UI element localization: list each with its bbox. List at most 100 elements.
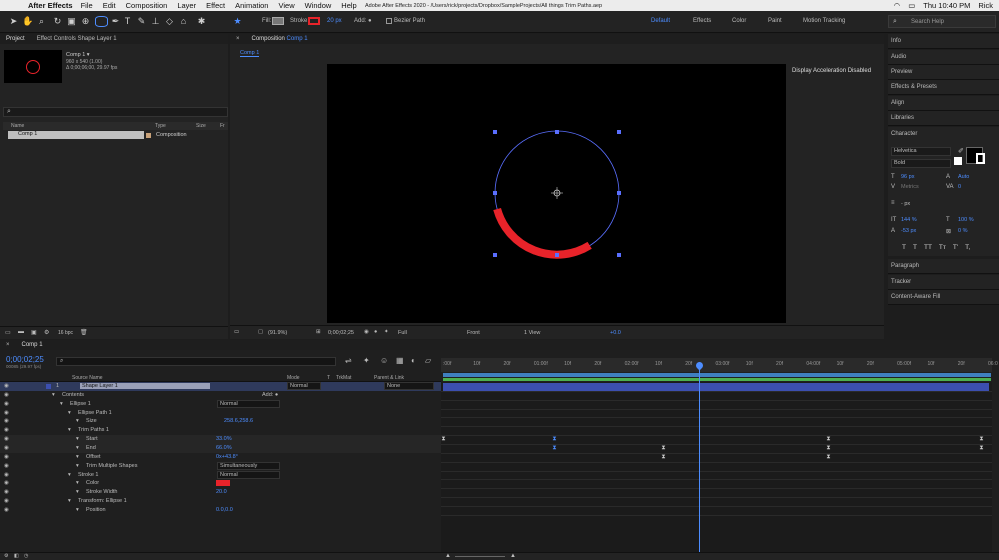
- ellipse-tool-icon[interactable]: [95, 16, 108, 27]
- eye-icon[interactable]: ◉: [4, 463, 9, 469]
- timeline-tab-comp[interactable]: Comp 1: [16, 342, 49, 348]
- stroke-swatch[interactable]: [308, 17, 320, 25]
- layer-duration-bar[interactable]: [443, 383, 989, 391]
- fill-label[interactable]: Fill:: [262, 18, 271, 24]
- clock[interactable]: Thu 10:40 PM: [923, 1, 970, 10]
- parent-select[interactable]: None: [384, 382, 434, 390]
- menu-help[interactable]: Help: [341, 1, 356, 10]
- stroke-color-swatch[interactable]: [976, 153, 985, 164]
- zoom-value[interactable]: (91.9%): [268, 330, 287, 336]
- panel-info[interactable]: Info: [888, 34, 999, 49]
- keyframe-offset-1[interactable]: ⧗: [661, 454, 666, 460]
- snapshot-icon[interactable]: ◉: [364, 329, 369, 335]
- vertical-scale-value[interactable]: 144 %: [901, 217, 917, 223]
- col-mode[interactable]: Mode: [287, 375, 300, 381]
- menu-view[interactable]: View: [278, 1, 294, 10]
- tab-effect-controls[interactable]: Effect Controls Shape Layer 1: [31, 36, 123, 42]
- property-row[interactable]: ◉ ▾ Offset 0x+43.8°: [0, 453, 441, 462]
- col-fr[interactable]: Fr: [220, 123, 225, 129]
- row-label[interactable]: Ellipse Path 1: [78, 410, 112, 416]
- twirl-icon[interactable]: ▾: [76, 463, 79, 469]
- eye-icon[interactable]: ◉: [4, 401, 9, 407]
- menu-file[interactable]: File: [81, 1, 93, 10]
- puppet-tool-icon[interactable]: ✱: [196, 16, 207, 27]
- new-folder-icon[interactable]: ▬: [18, 329, 24, 335]
- keyframe-end-2[interactable]: ⧗: [661, 445, 666, 451]
- new-comp-icon[interactable]: ▣: [31, 329, 37, 336]
- rotate-tool-icon[interactable]: ↻: [52, 16, 63, 27]
- property-row[interactable]: ◉ ▾ Transform: Ellipse 1: [0, 497, 441, 506]
- twirl-icon[interactable]: ▾: [52, 392, 55, 398]
- row-label[interactable]: Start: [86, 436, 98, 442]
- eye-icon[interactable]: ◉: [4, 445, 9, 451]
- eye-icon[interactable]: ◉: [4, 427, 9, 433]
- zoom-in-icon[interactable]: ▲: [510, 553, 516, 559]
- zoom-icon[interactable]: ▢: [258, 329, 263, 335]
- stroke-label[interactable]: Stroke:: [290, 18, 309, 24]
- eye-icon[interactable]: ◉: [4, 454, 9, 460]
- property-row[interactable]: ◉ ▾ Stroke Width 20.0: [0, 488, 441, 497]
- tsume-value[interactable]: 0 %: [958, 228, 967, 234]
- eye-icon[interactable]: ◉: [4, 410, 9, 416]
- work-area-bar[interactable]: [443, 373, 991, 377]
- resolution-select[interactable]: Full: [398, 330, 407, 336]
- camera-tool-icon[interactable]: ▣: [66, 16, 77, 27]
- tab-composition[interactable]: Composition Comp 1: [246, 36, 314, 42]
- superscript-button[interactable]: T': [953, 244, 958, 251]
- col-parent[interactable]: Parent & Link: [374, 375, 404, 381]
- row-label[interactable]: End: [86, 445, 96, 451]
- workspace-motion-tracking[interactable]: Motion Tracking: [803, 18, 845, 24]
- row-label[interactable]: Stroke 1: [78, 472, 98, 478]
- user-name[interactable]: Rick: [978, 1, 993, 10]
- twirl-icon[interactable]: ▾: [76, 507, 79, 513]
- tracking-value[interactable]: 0: [958, 184, 961, 190]
- panel-effects-presets[interactable]: Effects & Presets: [888, 80, 999, 95]
- fill-swatch[interactable]: [272, 17, 284, 25]
- horizontal-scale-value[interactable]: 100 %: [958, 217, 974, 223]
- kerning-value[interactable]: Metrics: [901, 184, 919, 190]
- col-name[interactable]: Name: [11, 123, 24, 129]
- clone-tool-icon[interactable]: ⊥: [150, 16, 161, 27]
- property-row[interactable]: ◉ ▾ Start 33.0%: [0, 435, 441, 445]
- stroke-color-swatch[interactable]: [216, 480, 230, 487]
- property-value[interactable]: 258.6,258.6: [224, 418, 253, 424]
- views-select[interactable]: 1 View: [524, 330, 540, 336]
- row-label[interactable]: Offset: [86, 454, 101, 460]
- property-row[interactable]: ◉ ▾ Trim Multiple Shapes Simultaneously: [0, 461, 441, 471]
- panel-libraries[interactable]: Libraries: [888, 111, 999, 126]
- comp-mini-flowchart-icon[interactable]: ⇌: [345, 356, 352, 365]
- layer-label-color[interactable]: [46, 384, 51, 389]
- panel-align[interactable]: Align: [888, 96, 999, 111]
- property-row[interactable]: ◉ ▾ Ellipse 1 Normal: [0, 399, 441, 409]
- eye-icon[interactable]: ◉: [4, 383, 9, 389]
- project-item-comp1[interactable]: Comp 1 Composition: [3, 131, 228, 139]
- row-label[interactable]: Color: [86, 480, 99, 486]
- eye-icon[interactable]: ◉: [4, 392, 9, 398]
- row-label[interactable]: Trim Paths 1: [78, 427, 109, 433]
- twirl-icon[interactable]: ▾: [68, 410, 71, 416]
- keyframe-end-4[interactable]: ⧗: [979, 445, 984, 451]
- keyframe-end-1[interactable]: ⧗: [552, 445, 557, 451]
- workspace-effects[interactable]: Effects: [693, 18, 711, 24]
- col-type[interactable]: Type: [155, 123, 166, 129]
- row-label[interactable]: Transform: Ellipse 1: [78, 498, 127, 504]
- graph-editor-icon[interactable]: ▱: [425, 356, 431, 365]
- twirl-icon[interactable]: ▾: [76, 480, 79, 486]
- timeline-tab-close-icon[interactable]: ×: [0, 342, 16, 348]
- search-help-box[interactable]: ⌕ Search Help: [888, 15, 996, 28]
- menu-window[interactable]: Window: [305, 1, 332, 10]
- eye-icon[interactable]: ◉: [4, 472, 9, 478]
- project-item-name-cell[interactable]: Comp 1: [8, 131, 144, 139]
- mode-select[interactable]: Normal: [217, 399, 280, 408]
- zoom-out-icon[interactable]: ▲: [445, 553, 451, 559]
- draft-3d-icon[interactable]: ✦: [363, 356, 370, 365]
- panel-audio[interactable]: Audio: [888, 50, 999, 65]
- trash-icon[interactable]: 🗑: [80, 329, 88, 336]
- row-label[interactable]: Ellipse 1: [70, 401, 91, 407]
- toggle-switches-icon[interactable]: ⚙: [4, 553, 8, 559]
- property-row[interactable]: ◉ ▾ Color: [0, 479, 441, 488]
- menu-layer[interactable]: Layer: [177, 1, 196, 10]
- exposure-value[interactable]: +0.0: [610, 330, 621, 336]
- menu-composition[interactable]: Composition: [126, 1, 168, 10]
- add-menu[interactable]: Add: ●: [262, 392, 278, 398]
